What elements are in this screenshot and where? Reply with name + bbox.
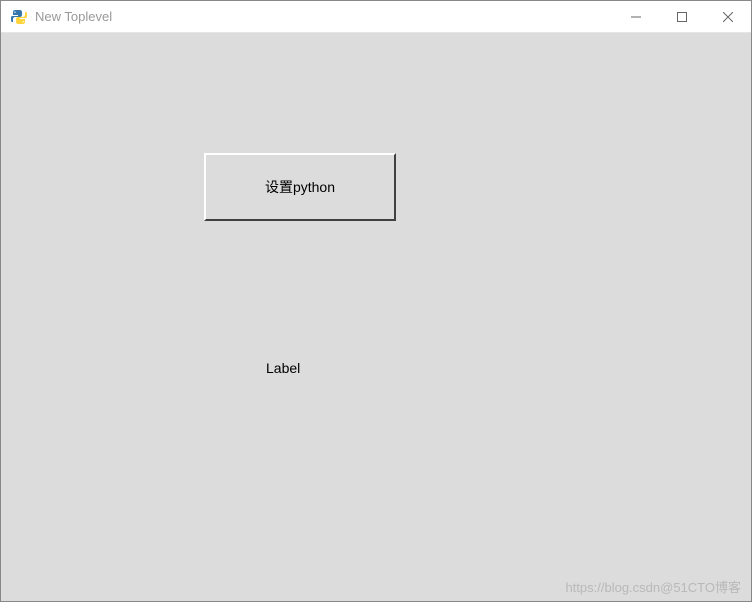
client-area: 设置python Label https://blog.csdn@51CTO博客 — [1, 33, 751, 601]
window-controls — [613, 1, 751, 33]
label-text: Label — [266, 360, 300, 376]
minimize-button[interactable] — [613, 1, 659, 33]
maximize-button[interactable] — [659, 1, 705, 33]
close-button[interactable] — [705, 1, 751, 33]
watermark: https://blog.csdn@51CTO博客 — [565, 577, 741, 596]
title-bar: New Toplevel — [1, 1, 751, 33]
set-python-button[interactable]: 设置python — [204, 153, 396, 221]
app-icon — [11, 9, 27, 25]
window-title: New Toplevel — [35, 9, 112, 24]
